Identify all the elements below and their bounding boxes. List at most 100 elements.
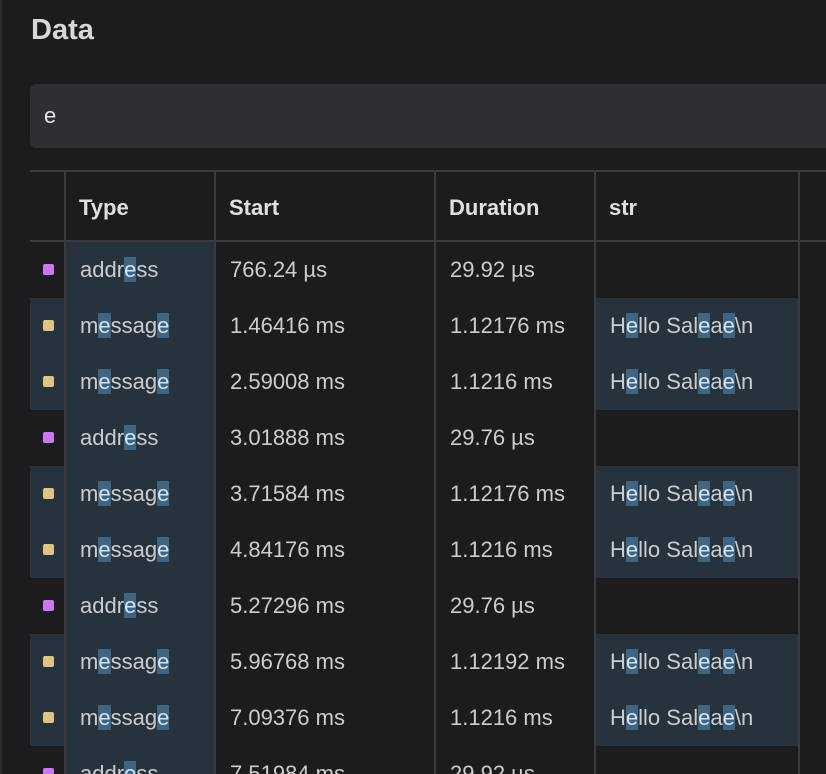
row-color-swatch [43,712,54,723]
row-color-swatch [43,544,54,555]
cell-str: Hello Saleae\n [596,466,798,522]
panel-left-border [0,0,2,774]
row-color-swatch [43,432,54,443]
match-highlight: e [698,705,711,730]
match-highlight: e [98,313,111,338]
cell-type: message [66,522,214,578]
panel-title: Data [31,14,94,46]
match-highlight: e [625,705,639,730]
search-input[interactable]: e [30,84,826,148]
match-highlight: e [124,257,137,282]
match-highlight: e [722,705,735,730]
column-divider [214,170,216,774]
match-highlight: e [698,649,711,674]
cell-str: Hello Saleae\n [596,354,798,410]
row-color-swatch [43,600,54,611]
table-row[interactable]: message 2.59008 ms 1.1216 ms Hello Saleae\n [30,354,826,410]
cell-str: Hello Saleae\n [596,634,798,690]
match-highlight: e [625,313,639,338]
cell-type: address [66,410,214,466]
table-row[interactable]: address 3.01888 ms 29.76 µs [30,410,826,466]
match-highlight: e [98,481,111,506]
cell-duration: 29.76 µs [450,593,535,618]
cell-start: 3.71584 ms [230,481,345,506]
match-highlight: e [625,369,639,394]
cell-str [596,242,798,298]
cell-type: message [66,690,214,746]
match-highlight: e [698,537,711,562]
column-header-str[interactable]: str [596,172,800,244]
match-highlight: e [698,481,711,506]
match-highlight: e [722,481,735,506]
cell-str: Hello Saleae\n [596,522,798,578]
search-input-value: e [44,103,57,128]
match-highlight: e [157,649,170,674]
match-highlight: e [124,761,137,774]
cell-duration: 29.92 µs [450,761,535,774]
cell-start: 3.01888 ms [230,425,345,450]
column-header-type[interactable]: Type [66,172,216,244]
cell-duration: 1.12176 ms [450,313,565,338]
cell-duration: 1.12176 ms [450,481,565,506]
column-divider [64,170,66,774]
cell-duration: 29.92 µs [450,257,535,282]
column-divider [434,170,436,774]
cell-str: Hello Saleae\n [596,690,798,746]
table-row[interactable]: message 3.71584 ms 1.12176 ms Hello Saleae\… [30,466,826,522]
cell-start: 5.96768 ms [230,649,345,674]
cell-type: message [66,354,214,410]
match-highlight: e [98,537,111,562]
cell-start: 4.84176 ms [230,537,345,562]
match-highlight: e [157,537,170,562]
table-row[interactable]: address 5.27296 ms 29.76 µs [30,578,826,634]
cell-start: 2.59008 ms [230,369,345,394]
row-color-swatch [43,488,54,499]
table-row[interactable]: address 766.24 µs 29.92 µs [30,242,826,298]
table-row[interactable]: message 5.96768 ms 1.12192 ms Hello Saleae\… [30,634,826,690]
cell-duration: 1.1216 ms [450,705,553,730]
match-highlight: e [625,537,639,562]
match-highlight: e [722,313,735,338]
match-highlight: e [722,369,735,394]
cell-type: address [66,578,214,634]
match-highlight: e [98,705,111,730]
cell-type: address [66,242,214,298]
column-header-duration[interactable]: Duration [436,172,596,244]
cell-type: address [66,746,214,774]
match-highlight: e [124,593,137,618]
column-divider [798,170,800,774]
cell-start: 1.46416 ms [230,313,345,338]
row-color-swatch [43,320,54,331]
match-highlight: e [625,481,639,506]
match-highlight: e [625,649,639,674]
table-row[interactable]: message 4.84176 ms 1.1216 ms Hello Saleae\n [30,522,826,578]
match-highlight: e [98,369,111,394]
table-row[interactable]: message 1.46416 ms 1.12176 ms Hello Saleae\… [30,298,826,354]
match-highlight: e [124,425,137,450]
match-highlight: e [157,705,170,730]
column-divider [594,170,596,774]
match-highlight: e [722,537,735,562]
table-row[interactable]: address 7.51984 ms 29.92 µs [30,746,826,774]
cell-start: 7.09376 ms [230,705,345,730]
match-highlight: e [157,313,170,338]
cell-str [596,746,798,774]
cell-type: message [66,634,214,690]
column-header-start[interactable]: Start [216,172,436,244]
column-header-color[interactable] [30,172,66,244]
match-highlight: e [98,649,111,674]
cell-type: message [66,466,214,522]
match-highlight: e [157,369,170,394]
table-row[interactable]: message 7.09376 ms 1.1216 ms Hello Saleae\n [30,690,826,746]
cell-type: message [66,298,214,354]
table-header: Type Start Duration str [30,170,826,242]
row-color-swatch [43,656,54,667]
data-table: Type Start Duration str address 766.24 µs… [30,170,826,774]
cell-str [596,578,798,634]
cell-duration: 1.1216 ms [450,537,553,562]
match-highlight: e [157,481,170,506]
row-color-swatch [43,264,54,275]
match-highlight: e [698,369,711,394]
match-highlight: e [698,313,711,338]
cell-duration: 1.1216 ms [450,369,553,394]
